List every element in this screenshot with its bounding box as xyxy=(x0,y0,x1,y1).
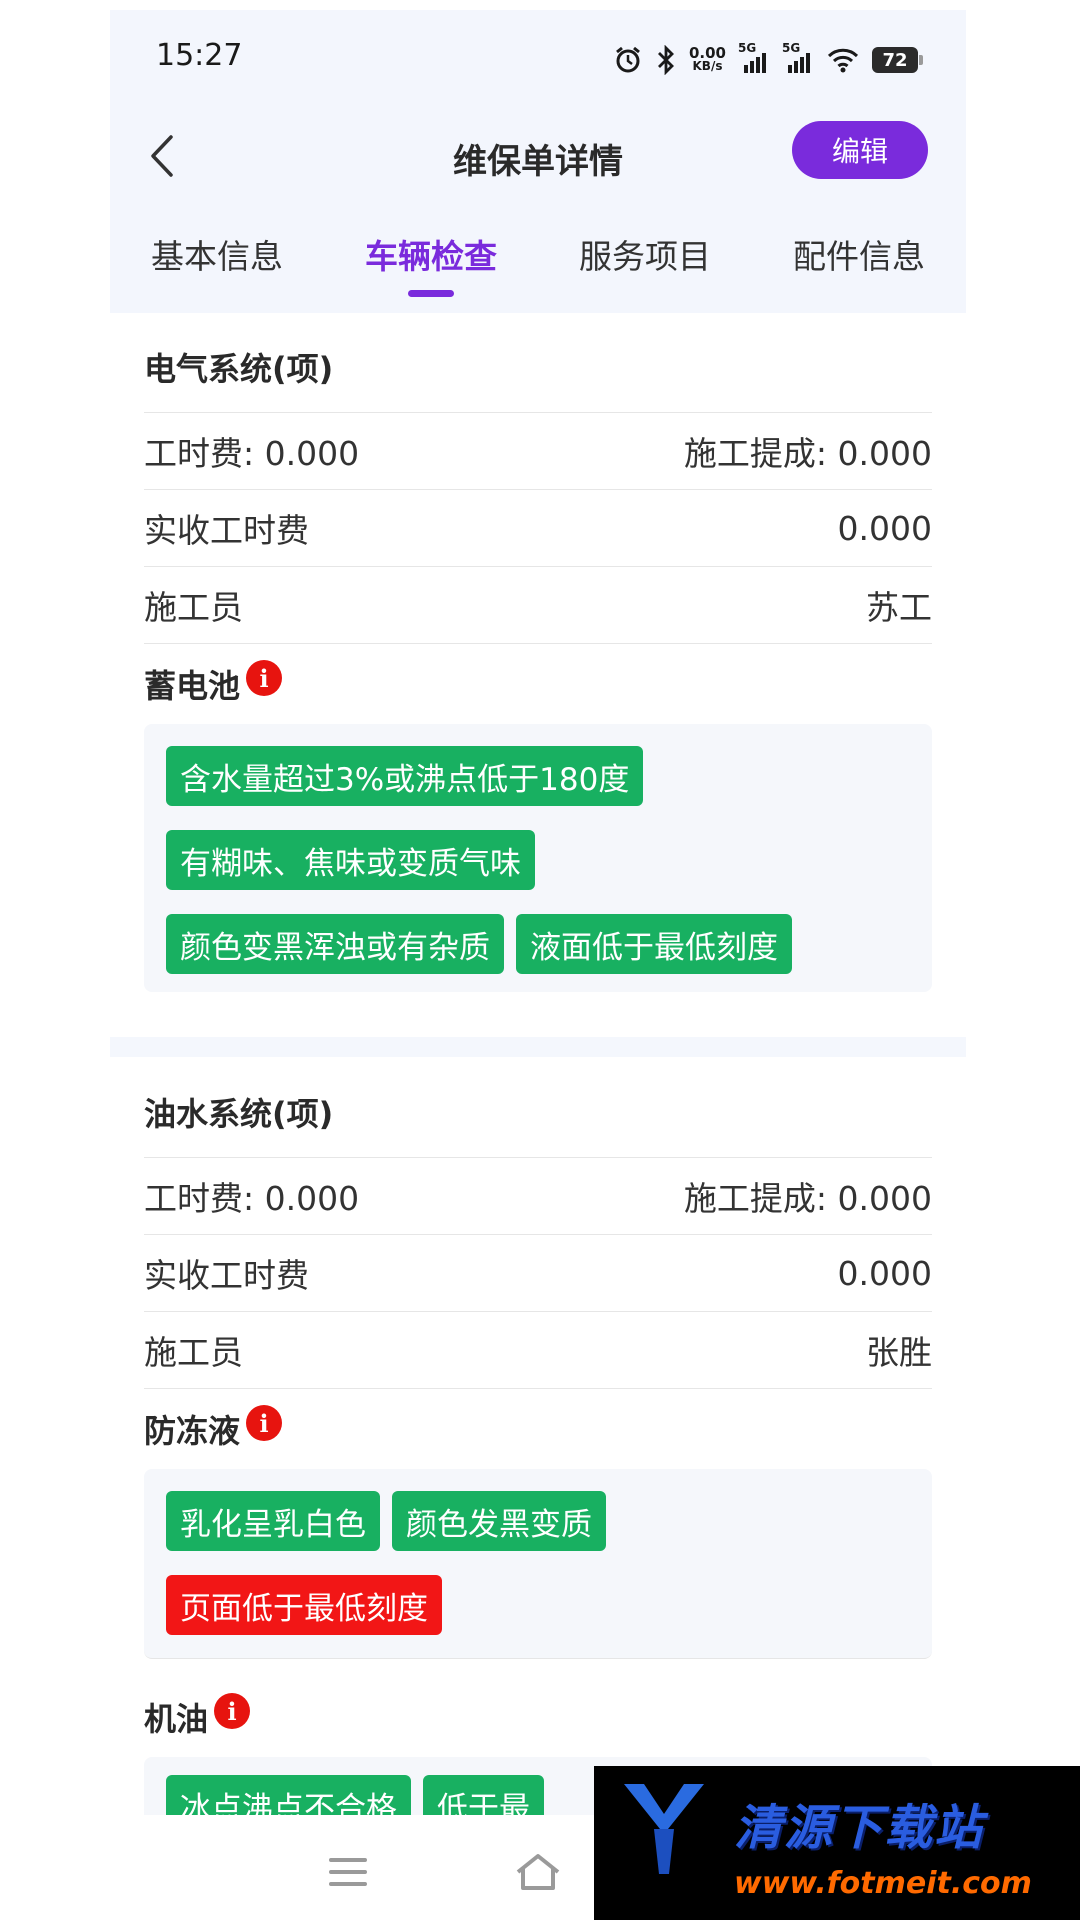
info-icon[interactable]: i xyxy=(246,660,283,696)
labor-fee: 工时费: 0.000 xyxy=(144,1179,360,1218)
labor-fee: 工时费: 0.000 xyxy=(144,434,360,473)
home-icon[interactable] xyxy=(508,1847,568,1897)
worker-label: 施工员 xyxy=(144,1333,243,1372)
fee-row: 工时费: 0.000 施工提成: 0.000 xyxy=(144,1158,932,1235)
item-title: 蓄电池 xyxy=(144,667,241,705)
info-icon[interactable]: i xyxy=(246,1405,283,1441)
sim2-label: 5G xyxy=(782,41,801,55)
item-title-row: 防冻液 i xyxy=(144,1389,932,1469)
signal-icon: 5G xyxy=(738,41,770,75)
tab-parts-info[interactable]: 配件信息 xyxy=(752,220,966,300)
actual-fee-label: 实收工时费 xyxy=(144,1256,309,1295)
tab-bar: 基本信息 车辆检查 服务项目 配件信息 xyxy=(110,220,966,300)
worker-value: 张胜 xyxy=(866,1333,932,1372)
section-divider xyxy=(110,1037,966,1057)
tag-item: 颜色变黑浑浊或有杂质 xyxy=(166,914,504,974)
watermark: 清源下载站 www.fotmeit.com xyxy=(594,1766,1080,1920)
alarm-icon xyxy=(613,45,643,75)
bluetooth-icon xyxy=(655,45,677,75)
section-title: 电气系统(项) xyxy=(144,325,932,413)
actual-fee-label: 实收工时费 xyxy=(144,511,309,550)
tag-item: 有糊味、焦味或变质气味 xyxy=(166,830,535,890)
worker-value: 苏工 xyxy=(866,588,932,627)
status-time: 15:27 xyxy=(156,38,243,73)
signal-icon-2: 5G xyxy=(782,41,814,75)
tab-service-items[interactable]: 服务项目 xyxy=(538,220,752,300)
item-title-row: 机油 i xyxy=(144,1677,932,1757)
net-speed: 0.00 KB/s xyxy=(689,46,726,73)
watermark-text: 清源下载站 xyxy=(734,1800,985,1856)
battery-icon: 72 xyxy=(872,47,923,73)
status-icons: 0.00 KB/s 5G 5G 72 xyxy=(613,40,923,80)
actual-fee-row: 实收工时费 0.000 xyxy=(144,1235,932,1312)
tag-item: 乳化呈乳白色 xyxy=(166,1491,380,1551)
actual-fee-row: 实收工时费 0.000 xyxy=(144,490,932,567)
watermark-logo-icon xyxy=(624,1784,704,1874)
commission: 施工提成: 0.000 xyxy=(683,1179,932,1218)
actual-fee-value: 0.000 xyxy=(837,508,932,548)
electrical-section: 电气系统(项) 工时费: 0.000 施工提成: 0.000 实收工时费 0.0… xyxy=(110,325,966,992)
app-screen: 15:27 0.00 KB/s 5G 5G 72 维保单详情 编辑 基本信息 车… xyxy=(110,10,966,1920)
worker-row: 施工员 苏工 xyxy=(144,567,932,644)
section-title: 油水系统(项) xyxy=(144,1070,932,1158)
fee-row: 工时费: 0.000 施工提成: 0.000 xyxy=(144,413,932,490)
info-icon[interactable]: i xyxy=(214,1693,251,1729)
tag-list: 乳化呈乳白色 颜色发黑变质 页面低于最低刻度 xyxy=(144,1469,932,1659)
tag-item: 颜色发黑变质 xyxy=(392,1491,606,1551)
watermark-url: www.fotmeit.com xyxy=(734,1866,1032,1901)
net-speed-unit: KB/s xyxy=(692,59,723,73)
wifi-icon xyxy=(826,46,860,74)
worker-row: 施工员 张胜 xyxy=(144,1312,932,1389)
item-title: 机油 xyxy=(144,1700,209,1738)
worker-label: 施工员 xyxy=(144,588,243,627)
item-title-row: 蓄电池 i xyxy=(144,644,932,724)
header: 15:27 0.00 KB/s 5G 5G 72 维保单详情 编辑 基本信息 车… xyxy=(110,10,966,313)
item-title: 防冻液 xyxy=(144,1412,241,1450)
tab-vehicle-check[interactable]: 车辆检查 xyxy=(324,220,538,300)
tag-item: 含水量超过3%或沸点低于180度 xyxy=(166,746,644,806)
tag-list: 含水量超过3%或沸点低于180度 有糊味、焦味或变质气味 颜色变黑浑浊或有杂质 … xyxy=(144,724,932,992)
sim1-label: 5G xyxy=(738,41,757,55)
actual-fee-value: 0.000 xyxy=(837,1253,932,1293)
tab-basic-info[interactable]: 基本信息 xyxy=(110,220,324,300)
edit-button[interactable]: 编辑 xyxy=(792,121,928,179)
status-bar: 15:27 0.00 KB/s 5G 5G 72 xyxy=(110,10,966,100)
menu-icon[interactable] xyxy=(318,1847,378,1897)
commission: 施工提成: 0.000 xyxy=(683,434,932,473)
oil-water-section: 油水系统(项) 工时费: 0.000 施工提成: 0.000 实收工时费 0.0… xyxy=(110,1070,966,1827)
tag-item-warning: 页面低于最低刻度 xyxy=(166,1575,442,1635)
tag-item: 液面低于最低刻度 xyxy=(516,914,792,974)
